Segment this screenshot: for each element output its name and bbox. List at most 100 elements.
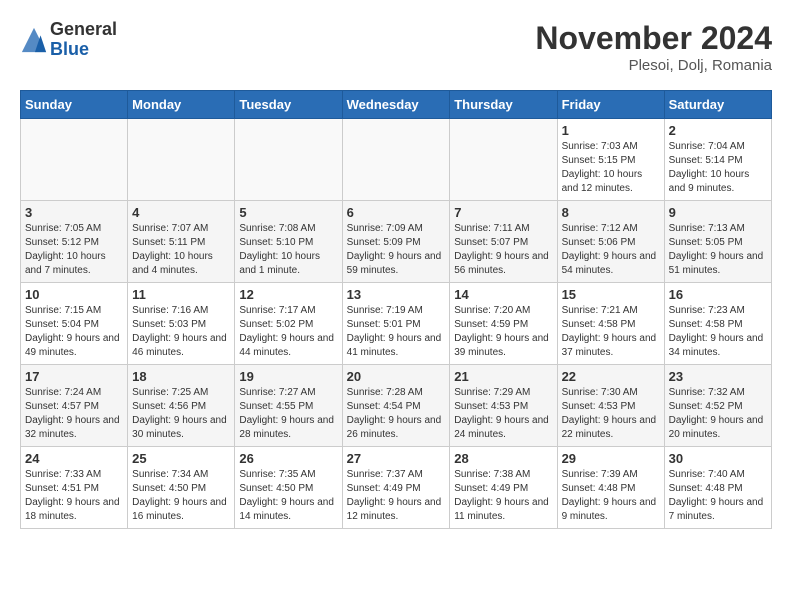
calendar-cell: 26 Sunrise: 7:35 AM Sunset: 4:50 PM Dayli… bbox=[235, 447, 342, 529]
calendar-cell bbox=[342, 119, 450, 201]
calendar-cell: 1Sunrise: 7:03 AM Sunset: 5:15 PM Daylig… bbox=[557, 119, 664, 201]
day-number: 30 bbox=[669, 451, 767, 466]
location: Plesoi, Dolj, Romania bbox=[535, 57, 772, 74]
calendar-header-cell: Saturday bbox=[664, 91, 771, 119]
day-info: Sunrise: 7:11 AM Sunset: 5:07 PM Dayligh… bbox=[454, 222, 552, 278]
day-info: Sunrise: 7:38 AM Sunset: 4:49 PM Dayligh… bbox=[454, 468, 552, 524]
day-info: Sunrise: 7:30 AM Sunset: 4:53 PM Dayligh… bbox=[562, 386, 660, 442]
day-number: 3 bbox=[25, 205, 123, 220]
day-info: Sunrise: 7:19 AM Sunset: 5:01 PM Dayligh… bbox=[347, 304, 446, 360]
day-info: Sunrise: 7:12 AM Sunset: 5:06 PM Dayligh… bbox=[562, 222, 660, 278]
day-number: 24 bbox=[25, 451, 123, 466]
calendar-cell: 21 Sunrise: 7:29 AM Sunset: 4:53 PM Dayli… bbox=[450, 365, 557, 447]
calendar-header-cell: Monday bbox=[128, 91, 235, 119]
page-header: General Blue November 2024 Plesoi, Dolj,… bbox=[20, 20, 772, 74]
day-info: Sunrise: 7:40 AM Sunset: 4:48 PM Dayligh… bbox=[669, 468, 767, 524]
day-info: Sunrise: 7:05 AM Sunset: 5:12 PM Dayligh… bbox=[25, 222, 123, 278]
day-number: 8 bbox=[562, 205, 660, 220]
day-info: Sunrise: 7:04 AM Sunset: 5:14 PM Dayligh… bbox=[669, 140, 767, 196]
calendar-cell: 8 Sunrise: 7:12 AM Sunset: 5:06 PM Daylig… bbox=[557, 201, 664, 283]
calendar-cell: 12 Sunrise: 7:17 AM Sunset: 5:02 PM Dayli… bbox=[235, 283, 342, 365]
calendar-cell: 18 Sunrise: 7:25 AM Sunset: 4:56 PM Dayli… bbox=[128, 365, 235, 447]
calendar-cell: 29 Sunrise: 7:39 AM Sunset: 4:48 PM Dayli… bbox=[557, 447, 664, 529]
day-number: 9 bbox=[669, 205, 767, 220]
calendar-cell: 7 Sunrise: 7:11 AM Sunset: 5:07 PM Daylig… bbox=[450, 201, 557, 283]
day-info: Sunrise: 7:28 AM Sunset: 4:54 PM Dayligh… bbox=[347, 386, 446, 442]
calendar-cell: 28 Sunrise: 7:38 AM Sunset: 4:49 PM Dayli… bbox=[450, 447, 557, 529]
logo-blue-text: Blue bbox=[50, 40, 117, 60]
calendar-body: 1Sunrise: 7:03 AM Sunset: 5:15 PM Daylig… bbox=[21, 119, 772, 529]
day-number: 11 bbox=[132, 287, 230, 302]
day-info: Sunrise: 7:27 AM Sunset: 4:55 PM Dayligh… bbox=[239, 386, 337, 442]
calendar-cell: 6Sunrise: 7:09 AM Sunset: 5:09 PM Daylig… bbox=[342, 201, 450, 283]
calendar-cell: 27 Sunrise: 7:37 AM Sunset: 4:49 PM Dayli… bbox=[342, 447, 450, 529]
calendar-cell bbox=[235, 119, 342, 201]
day-number: 23 bbox=[669, 369, 767, 384]
calendar-cell: 19Sunrise: 7:27 AM Sunset: 4:55 PM Dayli… bbox=[235, 365, 342, 447]
calendar-header-cell: Wednesday bbox=[342, 91, 450, 119]
calendar-cell: 15Sunrise: 7:21 AM Sunset: 4:58 PM Dayli… bbox=[557, 283, 664, 365]
day-info: Sunrise: 7:37 AM Sunset: 4:49 PM Dayligh… bbox=[347, 468, 446, 524]
calendar-cell: 13 Sunrise: 7:19 AM Sunset: 5:01 PM Dayli… bbox=[342, 283, 450, 365]
calendar-cell: 4 Sunrise: 7:07 AM Sunset: 5:11 PM Daylig… bbox=[128, 201, 235, 283]
day-number: 22 bbox=[562, 369, 660, 384]
day-number: 17 bbox=[25, 369, 123, 384]
calendar-header-cell: Tuesday bbox=[235, 91, 342, 119]
day-number: 21 bbox=[454, 369, 552, 384]
calendar-cell: 2 Sunrise: 7:04 AM Sunset: 5:14 PM Daylig… bbox=[664, 119, 771, 201]
day-number: 27 bbox=[347, 451, 446, 466]
title-section: November 2024 Plesoi, Dolj, Romania bbox=[535, 20, 772, 74]
day-info: Sunrise: 7:32 AM Sunset: 4:52 PM Dayligh… bbox=[669, 386, 767, 442]
day-number: 29 bbox=[562, 451, 660, 466]
calendar-cell: 14Sunrise: 7:20 AM Sunset: 4:59 PM Dayli… bbox=[450, 283, 557, 365]
day-number: 16 bbox=[669, 287, 767, 302]
calendar-cell: 30 Sunrise: 7:40 AM Sunset: 4:48 PM Dayli… bbox=[664, 447, 771, 529]
day-info: Sunrise: 7:09 AM Sunset: 5:09 PM Dayligh… bbox=[347, 222, 446, 278]
day-info: Sunrise: 7:39 AM Sunset: 4:48 PM Dayligh… bbox=[562, 468, 660, 524]
calendar-cell bbox=[128, 119, 235, 201]
day-info: Sunrise: 7:34 AM Sunset: 4:50 PM Dayligh… bbox=[132, 468, 230, 524]
calendar-cell: 11 Sunrise: 7:16 AM Sunset: 5:03 PM Dayli… bbox=[128, 283, 235, 365]
day-number: 25 bbox=[132, 451, 230, 466]
calendar-cell: 3 Sunrise: 7:05 AM Sunset: 5:12 PM Daylig… bbox=[21, 201, 128, 283]
calendar-header-cell: Sunday bbox=[21, 91, 128, 119]
calendar-cell: 24Sunrise: 7:33 AM Sunset: 4:51 PM Dayli… bbox=[21, 447, 128, 529]
calendar-week-row: 10 Sunrise: 7:15 AM Sunset: 5:04 PM Dayli… bbox=[21, 283, 772, 365]
calendar-table: SundayMondayTuesdayWednesdayThursdayFrid… bbox=[20, 90, 772, 529]
calendar-week-row: 3 Sunrise: 7:05 AM Sunset: 5:12 PM Daylig… bbox=[21, 201, 772, 283]
calendar-week-row: 17 Sunrise: 7:24 AM Sunset: 4:57 PM Dayli… bbox=[21, 365, 772, 447]
day-info: Sunrise: 7:07 AM Sunset: 5:11 PM Dayligh… bbox=[132, 222, 230, 278]
calendar-header-row: SundayMondayTuesdayWednesdayThursdayFrid… bbox=[21, 91, 772, 119]
day-info: Sunrise: 7:35 AM Sunset: 4:50 PM Dayligh… bbox=[239, 468, 337, 524]
calendar-cell: 5Sunrise: 7:08 AM Sunset: 5:10 PM Daylig… bbox=[235, 201, 342, 283]
calendar-cell: 23 Sunrise: 7:32 AM Sunset: 4:52 PM Dayli… bbox=[664, 365, 771, 447]
day-info: Sunrise: 7:24 AM Sunset: 4:57 PM Dayligh… bbox=[25, 386, 123, 442]
day-info: Sunrise: 7:16 AM Sunset: 5:03 PM Dayligh… bbox=[132, 304, 230, 360]
calendar-cell: 20Sunrise: 7:28 AM Sunset: 4:54 PM Dayli… bbox=[342, 365, 450, 447]
calendar-cell bbox=[21, 119, 128, 201]
day-info: Sunrise: 7:25 AM Sunset: 4:56 PM Dayligh… bbox=[132, 386, 230, 442]
calendar-cell: 22 Sunrise: 7:30 AM Sunset: 4:53 PM Dayli… bbox=[557, 365, 664, 447]
day-number: 2 bbox=[669, 123, 767, 138]
day-number: 18 bbox=[132, 369, 230, 384]
calendar-cell bbox=[450, 119, 557, 201]
calendar-week-row: 1Sunrise: 7:03 AM Sunset: 5:15 PM Daylig… bbox=[21, 119, 772, 201]
day-info: Sunrise: 7:13 AM Sunset: 5:05 PM Dayligh… bbox=[669, 222, 767, 278]
day-info: Sunrise: 7:29 AM Sunset: 4:53 PM Dayligh… bbox=[454, 386, 552, 442]
logo: General Blue bbox=[20, 20, 117, 60]
day-number: 7 bbox=[454, 205, 552, 220]
day-number: 13 bbox=[347, 287, 446, 302]
day-info: Sunrise: 7:17 AM Sunset: 5:02 PM Dayligh… bbox=[239, 304, 337, 360]
day-number: 15 bbox=[562, 287, 660, 302]
calendar-cell: 9 Sunrise: 7:13 AM Sunset: 5:05 PM Daylig… bbox=[664, 201, 771, 283]
day-number: 4 bbox=[132, 205, 230, 220]
day-number: 28 bbox=[454, 451, 552, 466]
day-number: 12 bbox=[239, 287, 337, 302]
calendar-week-row: 24Sunrise: 7:33 AM Sunset: 4:51 PM Dayli… bbox=[21, 447, 772, 529]
calendar-cell: 16 Sunrise: 7:23 AM Sunset: 4:58 PM Dayli… bbox=[664, 283, 771, 365]
day-info: Sunrise: 7:08 AM Sunset: 5:10 PM Dayligh… bbox=[239, 222, 337, 278]
day-info: Sunrise: 7:23 AM Sunset: 4:58 PM Dayligh… bbox=[669, 304, 767, 360]
day-number: 10 bbox=[25, 287, 123, 302]
day-info: Sunrise: 7:15 AM Sunset: 5:04 PM Dayligh… bbox=[25, 304, 123, 360]
day-number: 26 bbox=[239, 451, 337, 466]
